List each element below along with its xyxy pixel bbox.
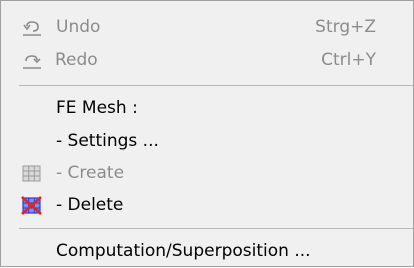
fe-mesh-heading-label: FE Mesh : [56,98,138,118]
redo-label: Redo [55,50,98,70]
menu-item-redo: Redo Ctrl+Y [1,44,413,77]
menu-item-create: - Create [1,157,413,190]
create-label: - Create [56,163,125,183]
menu-separator [19,85,413,86]
computation-label: Computation/Superposition ... [56,241,311,261]
undo-shortcut: Strg+Z [315,17,376,37]
menu-separator [19,228,413,229]
redo-icon [21,50,43,72]
menu-item-delete[interactable]: - Delete [1,189,413,222]
delete-label: - Delete [56,195,124,215]
context-menu: Undo Strg+Z Redo Ctrl+Y FE Mesh : - Sett… [0,0,414,267]
menu-heading-fe-mesh: FE Mesh : [1,92,413,125]
mesh-grid-icon [21,163,43,185]
menu-item-computation-superposition[interactable]: Computation/Superposition ... [1,235,413,268]
redo-shortcut: Ctrl+Y [321,50,376,70]
menu-item-settings[interactable]: - Settings ... [1,125,413,158]
undo-icon [21,17,43,39]
menu-item-undo: Undo Strg+Z [1,11,413,44]
settings-label: - Settings ... [56,131,159,151]
undo-label: Undo [56,17,101,37]
delete-mesh-icon [21,195,43,217]
